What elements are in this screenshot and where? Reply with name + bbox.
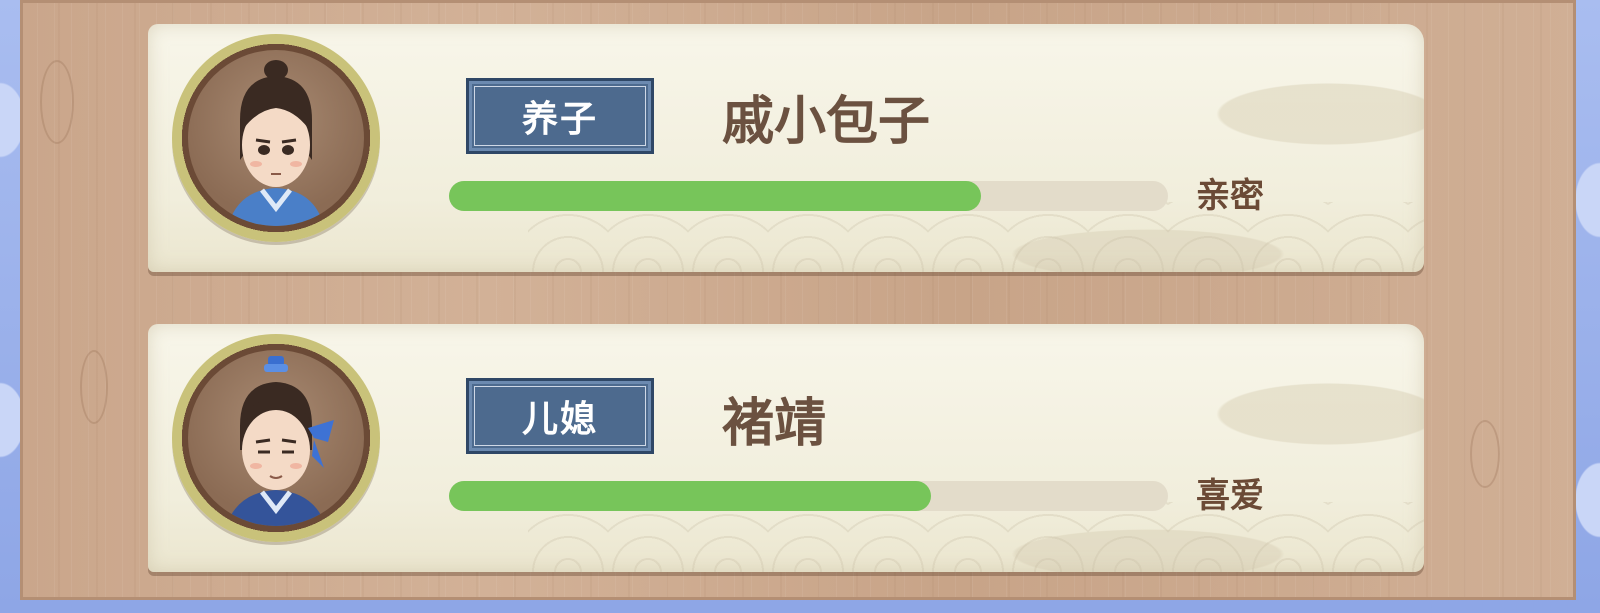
avatar-frame[interactable] bbox=[172, 334, 380, 542]
affection-bar-fill bbox=[449, 481, 931, 511]
wave-decoration bbox=[528, 502, 1424, 572]
wood-knot bbox=[40, 60, 74, 144]
avatar bbox=[188, 350, 364, 526]
affection-bar bbox=[449, 181, 1168, 211]
relationship-label: 亲密 bbox=[1196, 176, 1264, 216]
member-name: 戚小包子 bbox=[722, 92, 931, 152]
male-youth-topknot-portrait-icon bbox=[228, 60, 324, 226]
role-tag: 儿媳 bbox=[466, 378, 654, 454]
male-youth-blue-ribbon-portrait-icon bbox=[226, 356, 334, 526]
affection-bar-fill bbox=[449, 181, 982, 211]
member-name: 褚靖 bbox=[722, 394, 827, 454]
wood-knot bbox=[1470, 420, 1500, 488]
wave-decoration bbox=[528, 202, 1424, 272]
wood-knot bbox=[80, 350, 108, 424]
relationship-label: 喜爱 bbox=[1196, 476, 1264, 516]
role-tag: 养子 bbox=[466, 78, 654, 154]
affection-bar bbox=[449, 481, 1168, 511]
avatar-frame[interactable] bbox=[172, 34, 380, 242]
avatar bbox=[188, 50, 364, 226]
